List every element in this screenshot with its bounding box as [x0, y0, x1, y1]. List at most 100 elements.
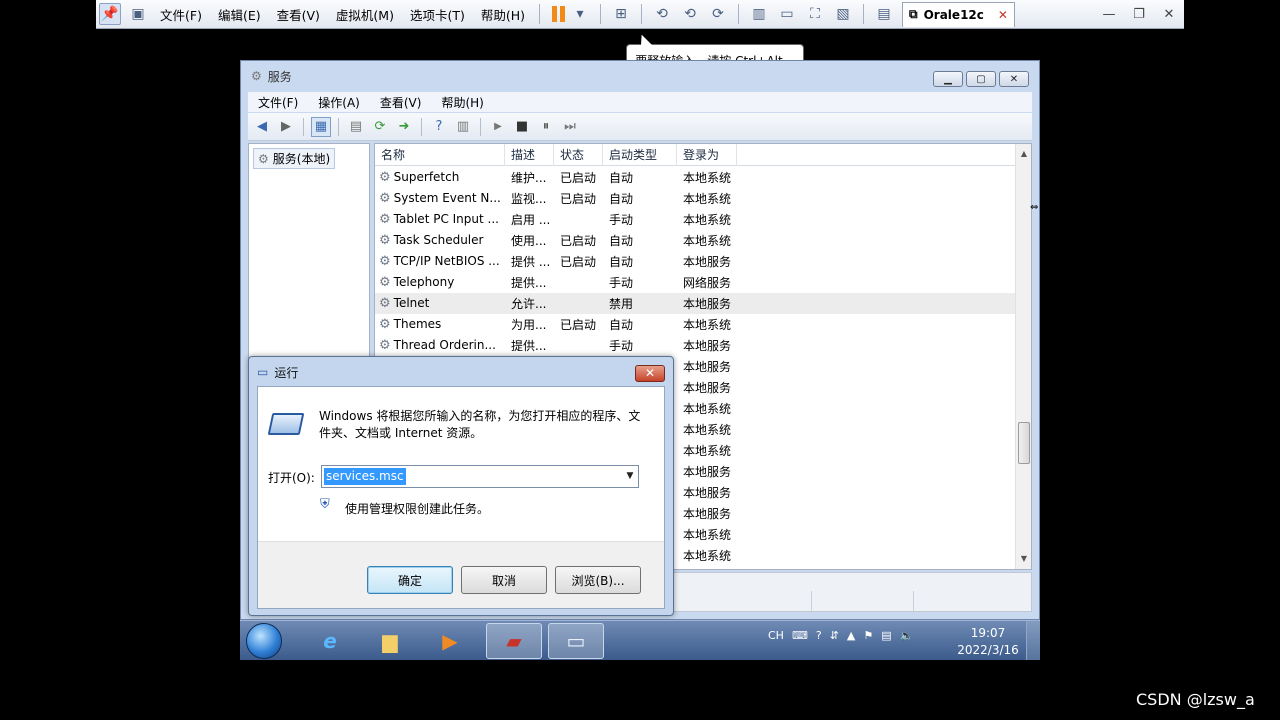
menu-file[interactable]: 文件(F)	[248, 94, 308, 111]
table-row[interactable]: ⚙ Telnet 允许... 禁用 本地服务	[375, 293, 1015, 314]
run-body: Windows 将根据您所输入的名称，为您打开相应的程序、文件夹、文档或 Int…	[257, 386, 665, 609]
language-indicator[interactable]: CH	[768, 629, 784, 642]
close-icon[interactable]: ✕	[998, 8, 1008, 22]
cell-logon-as: 本地系统	[677, 190, 737, 207]
vm-menu-tabs[interactable]: 选项卡(T)	[402, 5, 473, 24]
start-service-icon[interactable]: ▶	[488, 117, 508, 137]
restart-service-icon[interactable]: ⏭	[560, 117, 580, 137]
cell-logon-as: 本地系统	[677, 232, 737, 249]
tray-expand-icon[interactable]: ▲	[847, 629, 855, 642]
vm-tab-orale12c[interactable]: ⧉ Orale12c ✕	[902, 1, 1015, 27]
cell-logon-as-text: 本地系统	[683, 444, 732, 458]
chevron-down-icon[interactable]: ▾	[569, 3, 591, 25]
toolbox-icon[interactable]: ▰	[486, 623, 542, 659]
menu-action[interactable]: 操作(A)	[308, 94, 370, 111]
menu-view[interactable]: 查看(V)	[370, 94, 432, 111]
ime-icon[interactable]: ⇵	[830, 629, 839, 642]
cell-description-text: 提供 ...	[511, 255, 551, 269]
start-button[interactable]	[246, 623, 282, 659]
gear-icon: ⚙	[258, 151, 269, 166]
service-gear-icon: ⚙	[379, 338, 391, 353]
open-combobox[interactable]: services.msc ▼	[321, 465, 639, 488]
browse-button[interactable]: 浏览(B)...	[555, 566, 641, 594]
scroll-up-icon[interactable]: ▲	[1016, 146, 1031, 162]
vm-menu-edit[interactable]: 编辑(E)	[210, 5, 269, 24]
table-row[interactable]: ⚙ System Event N... 监视... 已启动 自动 本地系统	[375, 188, 1015, 209]
media-player-icon[interactable]: ▶	[422, 623, 478, 659]
network-icon[interactable]: ⊞	[610, 3, 632, 25]
pause-icon[interactable]	[552, 6, 566, 22]
cell-logon-as-text: 本地系统	[683, 528, 732, 542]
table-row[interactable]: ⚙ Task Scheduler 使用... 已启动 自动 本地系统	[375, 230, 1015, 251]
minimize-button[interactable]: —	[1094, 7, 1124, 22]
action-center-flag-icon[interactable]: ⚑	[863, 629, 873, 642]
back-arrow-icon[interactable]: ◀	[252, 117, 272, 137]
dropdown-arrow-icon[interactable]: ▼	[622, 466, 638, 487]
close-button[interactable]: ✕	[1154, 7, 1184, 22]
minimize-button[interactable]: ▁	[933, 71, 963, 87]
column-startup-type[interactable]: 启动类型	[603, 144, 677, 166]
vm-menu-help[interactable]: 帮助(H)	[473, 5, 533, 24]
column-name[interactable]: 名称 ˆ	[375, 144, 505, 166]
snapshot-manager-icon[interactable]: ⟳	[707, 3, 729, 25]
vmware-logo-icon[interactable]: ▣	[127, 3, 149, 25]
table-row[interactable]: ⚙ Themes 为用... 已启动 自动 本地系统	[375, 314, 1015, 335]
cell-startup-type: 自动	[603, 169, 677, 186]
vm-menu-file[interactable]: 文件(F)	[152, 5, 210, 24]
pin-icon[interactable]: 📌	[99, 3, 121, 25]
scroll-thumb[interactable]	[1018, 422, 1030, 464]
console-tree-icon[interactable]: ▦	[311, 116, 331, 137]
close-button[interactable]: ✕	[635, 365, 665, 382]
forward-arrow-icon[interactable]: ▶	[276, 117, 296, 137]
table-row[interactable]: ⚙ Telephony 提供... 手动 网络服务	[375, 272, 1015, 293]
console-view-icon[interactable]: ▭	[776, 3, 798, 25]
column-description[interactable]: 描述	[505, 144, 554, 166]
column-status[interactable]: 状态	[554, 144, 603, 166]
cell-startup-type: 自动	[603, 232, 677, 249]
services-titlebar[interactable]: ⚙ 服务	[241, 61, 1039, 91]
cell-status: 已启动	[554, 253, 603, 270]
vm-menu-vm[interactable]: 虚拟机(M)	[328, 5, 402, 24]
menu-help[interactable]: 帮助(H)	[431, 94, 493, 111]
close-button[interactable]: ✕	[999, 71, 1029, 87]
fullscreen-icon[interactable]: ⛶	[804, 3, 826, 25]
vm-menu-view[interactable]: 查看(V)	[269, 5, 328, 24]
explorer-folder-icon[interactable]: ▆	[362, 623, 418, 659]
show-desktop-button[interactable]	[1026, 621, 1040, 660]
ok-button[interactable]: 确定	[367, 566, 453, 594]
ie-icon[interactable]: e	[302, 623, 358, 659]
network-icon[interactable]: ▤	[881, 629, 891, 642]
pause-service-icon[interactable]: ⏸	[536, 117, 556, 137]
cancel-button[interactable]: 取消	[461, 566, 547, 594]
table-row[interactable]: ⚙ Superfetch 维护... 已启动 自动 本地系统	[375, 167, 1015, 188]
scroll-down-icon[interactable]: ▼	[1016, 551, 1031, 567]
stop-service-icon[interactable]: ■	[512, 117, 532, 137]
view-icon[interactable]: ▥	[453, 117, 473, 137]
tree-node-services-local[interactable]: ⚙ 服务(本地)	[253, 148, 336, 169]
sidebar-view-icon[interactable]: ▥	[748, 3, 770, 25]
help-icon[interactable]: ?	[816, 629, 822, 642]
open-input-value[interactable]: services.msc	[324, 468, 406, 485]
keyboard-icon[interactable]: ⌨	[792, 629, 808, 642]
refresh-icon[interactable]: ⟳	[370, 117, 390, 137]
cell-name-text: Themes	[393, 317, 442, 331]
unity-icon[interactable]: ▧	[832, 3, 854, 25]
properties-icon[interactable]: ▤	[346, 117, 366, 137]
snapshot-revert-icon[interactable]: ⟲	[679, 3, 701, 25]
maximize-button[interactable]: ▢	[966, 71, 996, 87]
column-logon-as[interactable]: 登录为	[677, 144, 737, 166]
run-titlebar[interactable]: ▭ 运行	[257, 363, 298, 381]
table-row[interactable]: ⚙ Tablet PC Input ... 启用 ... 手动 本地系统	[375, 209, 1015, 230]
export-icon[interactable]: ➜	[394, 117, 414, 137]
clock[interactable]: 19:07 2022/3/16	[952, 625, 1024, 659]
volume-icon[interactable]: 🔈	[900, 629, 914, 642]
cell-logon-as-text: 本地服务	[683, 360, 732, 374]
table-row[interactable]: ⚙ TCP/IP NetBIOS ... 提供 ... 已启动 自动 本地服务	[375, 251, 1015, 272]
help-icon[interactable]: ?	[429, 117, 449, 137]
cell-logon-as-text: 本地系统	[683, 213, 732, 227]
library-icon[interactable]: ▤	[873, 3, 895, 25]
snapshot-icon[interactable]: ⟲	[651, 3, 673, 25]
table-row[interactable]: ⚙ Thread Orderin... 提供... 手动 本地服务	[375, 335, 1015, 356]
run-window-icon[interactable]: ▭	[548, 623, 604, 659]
restore-button[interactable]: ❐	[1124, 7, 1154, 22]
